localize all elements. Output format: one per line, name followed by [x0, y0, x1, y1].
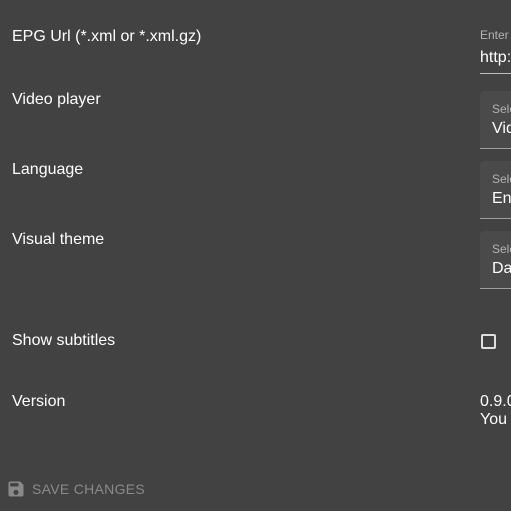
version-value: 0.9.0 [480, 393, 511, 410]
version-label: Version [12, 393, 66, 410]
video-player-label: Video player [12, 91, 101, 108]
epg-url-underline [480, 73, 511, 74]
language-label: Language [12, 161, 84, 178]
epg-url-hint: Enter [480, 28, 509, 42]
visual-theme-underline [480, 288, 511, 289]
language-hint: Sele [492, 172, 511, 186]
video-player-hint: Sele [492, 102, 511, 116]
language-value: En [492, 190, 511, 207]
save-changes-label: SAVE CHANGES [32, 481, 146, 497]
video-player-underline [480, 148, 511, 149]
epg-url-field[interactable]: Enter http: [480, 28, 511, 74]
language-underline [480, 218, 511, 219]
version-note: You [480, 411, 507, 428]
video-player-value: Vid [492, 120, 511, 137]
save-changes-button[interactable]: SAVE CHANGES [0, 474, 153, 504]
show-subtitles-label: Show subtitles [12, 332, 116, 349]
settings-page: EPG Url (*.xml or *.xml.gz) Enter http: … [0, 0, 511, 511]
epg-url-input[interactable]: http: [480, 49, 511, 67]
visual-theme-value: Da [492, 260, 511, 277]
video-player-select[interactable]: Sele Vid [480, 91, 511, 149]
show-subtitles-checkbox[interactable] [481, 334, 496, 349]
language-select[interactable]: Sele En [480, 161, 511, 219]
visual-theme-label: Visual theme [12, 231, 105, 248]
epg-url-label: EPG Url (*.xml or *.xml.gz) [12, 28, 202, 45]
save-icon [6, 479, 26, 499]
visual-theme-select[interactable]: Sele Da [480, 231, 511, 289]
visual-theme-hint: Sele [492, 242, 511, 256]
